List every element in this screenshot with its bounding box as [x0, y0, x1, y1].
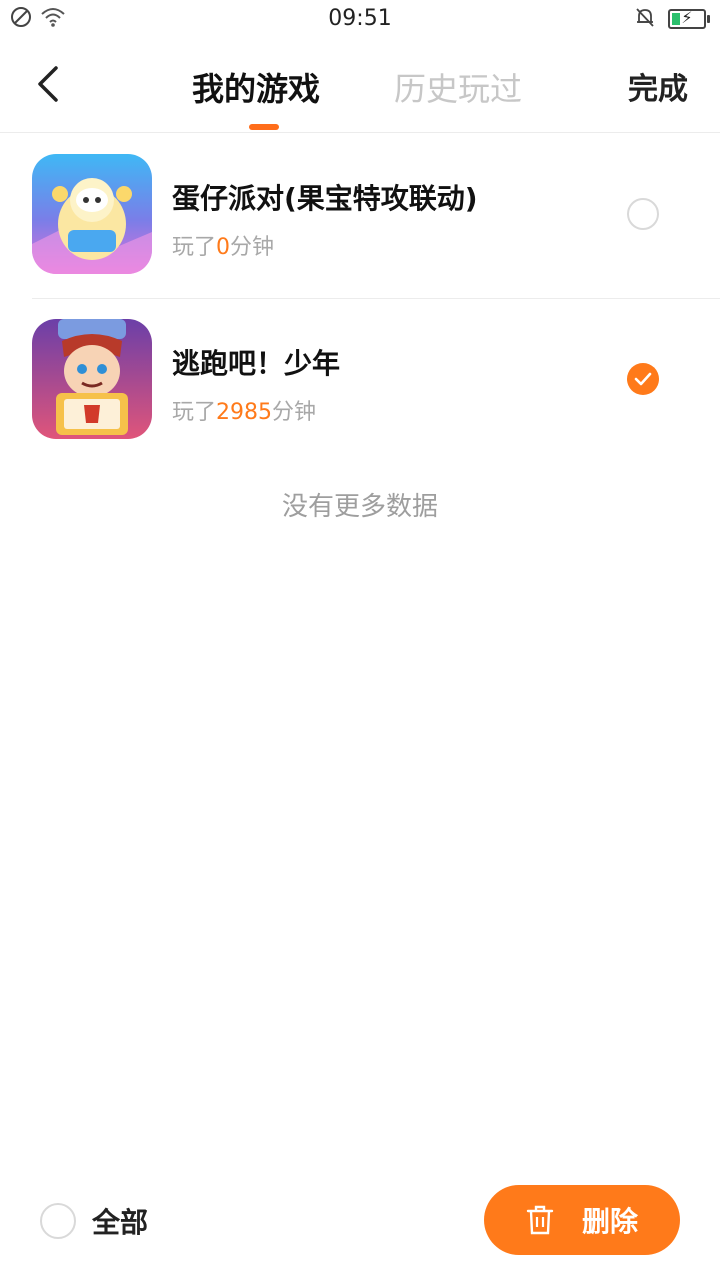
active-tab-indicator: [249, 124, 279, 130]
battery-icon: ⚡: [668, 8, 710, 29]
played-minutes: 2985: [216, 400, 273, 425]
select-checkbox[interactable]: [627, 363, 659, 395]
select-all-toggle[interactable]: 全部: [40, 1201, 148, 1241]
tab-my-games[interactable]: 我的游戏: [192, 64, 320, 110]
status-bar: 09:51 ⚡: [0, 0, 720, 40]
select-all-label: 全部: [92, 1206, 149, 1239]
list-item[interactable]: 逃跑吧！少年 玩了2985分钟: [0, 298, 720, 463]
list-item[interactable]: 蛋仔派对(果宝特攻联动) 玩了0分钟: [0, 133, 720, 298]
select-all-checkbox[interactable]: [40, 1203, 76, 1239]
trash-icon: [526, 1205, 554, 1235]
game-title: 逃跑吧！少年: [172, 347, 341, 380]
checkmark-icon: [634, 372, 652, 386]
played-minutes: 0: [216, 235, 231, 260]
no-more-data-text: 没有更多数据: [281, 492, 438, 522]
game-list: 蛋仔派对(果宝特攻联动) 玩了0分钟 逃跑吧！少年 玩了2985分钟: [0, 133, 720, 463]
played-time: 玩了0分钟: [172, 235, 275, 260]
tab-history-played[interactable]: 历史玩过: [394, 64, 522, 110]
back-button[interactable]: [30, 62, 66, 106]
game-title: 蛋仔派对(果宝特攻联动): [172, 182, 478, 215]
done-button[interactable]: 完成: [628, 64, 688, 108]
delete-label: 删除: [581, 1205, 638, 1238]
played-time: 玩了2985分钟: [172, 400, 317, 425]
eggy-party-icon: [32, 154, 152, 274]
run-boy-game-icon: [32, 319, 152, 439]
top-nav-bar: 我的游戏 历史玩过 完成: [0, 40, 720, 133]
select-checkbox[interactable]: [627, 198, 659, 230]
status-time: 09:51: [328, 6, 392, 31]
delete-button[interactable]: 删除: [484, 1185, 680, 1255]
bell-muted-icon: [634, 6, 656, 32]
chevron-left-icon: [38, 66, 58, 102]
